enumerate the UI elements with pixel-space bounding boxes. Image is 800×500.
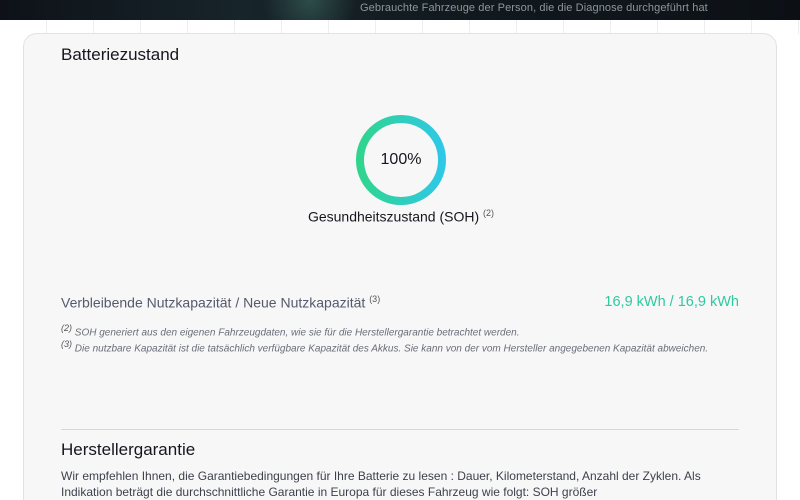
banner-text: Gebrauchte Fahrzeuge der Person, die die…	[360, 2, 708, 14]
footnote-capacity: (3) Die nutzbare Kapazität ist die tatsä…	[61, 336, 751, 357]
capacity-footnote-ref: (3)	[369, 294, 381, 304]
soh-label-text: Gesundheitszustand (SOH)	[307, 208, 480, 225]
background-pattern	[0, 20, 800, 34]
footnote-soh-ref: (2)	[61, 323, 72, 333]
capacity-value: 16,9 kWh / 16,9 kWh	[604, 294, 739, 310]
top-banner: Gebrauchte Fahrzeuge der Person, die die…	[0, 0, 800, 20]
soh-footnote-ref: (2)	[483, 208, 495, 218]
battery-report-card: Batteriezustand 100% Gesundheitszustand …	[23, 33, 777, 500]
battery-section-title: Batteriezustand	[61, 45, 180, 64]
soh-gauge: 100%	[355, 114, 447, 206]
capacity-row: Verbleibende Nutzkapazität / Neue Nutzka…	[61, 294, 739, 314]
soh-label: Gesundheitszustand (SOH) (2)	[24, 208, 778, 225]
capacity-label-text: Verbleibende Nutzkapazität / Neue Nutzka…	[61, 294, 366, 311]
capacity-label: Verbleibende Nutzkapazität / Neue Nutzka…	[61, 294, 380, 311]
warranty-section-title: Herstellergarantie	[61, 440, 196, 459]
footnote-capacity-text: Die nutzbare Kapazität ist die tatsächli…	[74, 343, 709, 355]
footnote-capacity-ref: (3)	[61, 339, 72, 349]
warranty-text: Wir empfehlen Ihnen, die Garantiebedingu…	[61, 469, 701, 499]
soh-value: 100%	[380, 151, 422, 168]
section-divider	[61, 429, 739, 430]
banner-image	[250, 0, 370, 20]
